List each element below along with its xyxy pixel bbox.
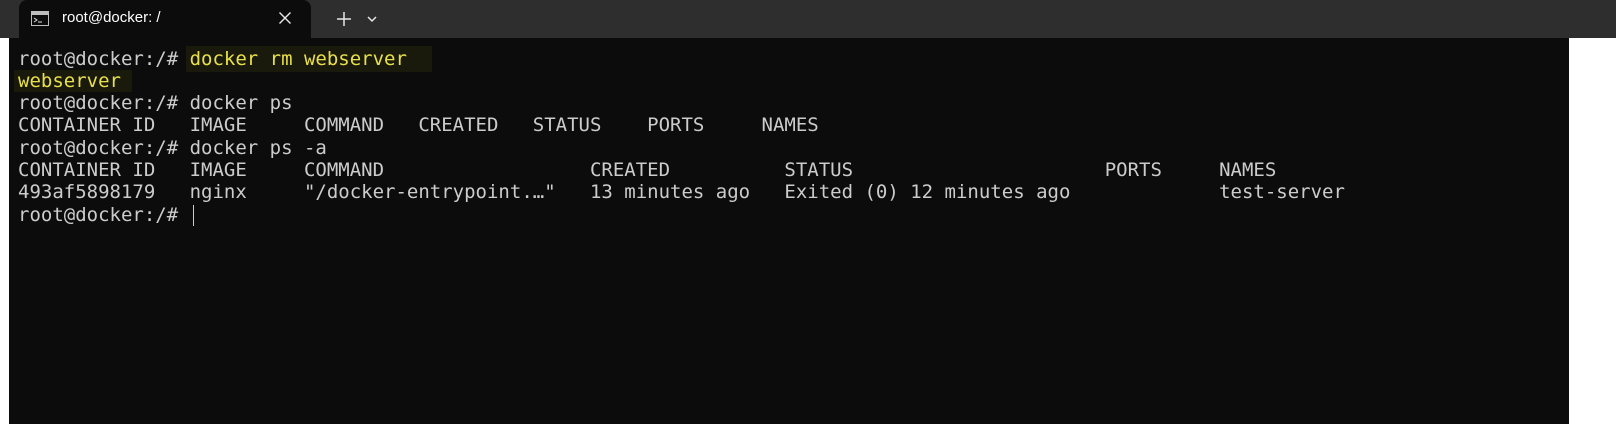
- terminal-line: root@docker:/# docker rm webserver: [18, 48, 407, 70]
- window-edge: [1569, 38, 1616, 437]
- terminal-line: webserver: [18, 70, 121, 92]
- plus-icon[interactable]: [333, 8, 355, 30]
- output-text: webserver: [18, 70, 121, 92]
- prompt: root@docker:/#: [18, 92, 190, 114]
- prompt: root@docker:/#: [18, 204, 190, 226]
- terminal-line: 493af5898179 nginx "/docker-entrypoint.……: [18, 181, 1345, 203]
- terminal-line: root@docker:/# docker ps -a: [18, 137, 327, 159]
- chevron-down-icon[interactable]: [361, 8, 383, 30]
- command-text: docker ps: [189, 92, 293, 114]
- prompt: root@docker:/#: [18, 48, 190, 70]
- command-text: docker ps -a: [189, 137, 327, 159]
- tab-bar: root@docker: /: [0, 0, 1616, 38]
- tab-title: root@docker: /: [62, 9, 161, 26]
- terminal-icon: [31, 11, 49, 26]
- close-icon[interactable]: [273, 8, 297, 30]
- prompt: root@docker:/#: [18, 137, 190, 159]
- terminal-line: CONTAINER ID IMAGE COMMAND CREATED STATU…: [18, 114, 819, 136]
- window-edge: [0, 38, 9, 437]
- terminal-line: root@docker:/# docker ps: [18, 92, 293, 114]
- tab-root-docker[interactable]: root@docker: /: [19, 0, 311, 38]
- terminal-line: root@docker:/#: [18, 204, 190, 226]
- terminal-window: root@docker: / root@docker:/# docker rm …: [0, 0, 1616, 437]
- output-text: 493af5898179 nginx "/docker-entrypoint.……: [18, 181, 1345, 203]
- output-text: CONTAINER ID IMAGE COMMAND CREATED STATU…: [18, 114, 819, 136]
- window-edge: [0, 424, 1616, 437]
- terminal-line: CONTAINER ID IMAGE COMMAND CREATED STATU…: [18, 159, 1276, 181]
- text-cursor: [193, 205, 194, 226]
- output-text: CONTAINER ID IMAGE COMMAND CREATED STATU…: [18, 159, 1277, 181]
- command-text: docker rm webserver: [189, 48, 407, 70]
